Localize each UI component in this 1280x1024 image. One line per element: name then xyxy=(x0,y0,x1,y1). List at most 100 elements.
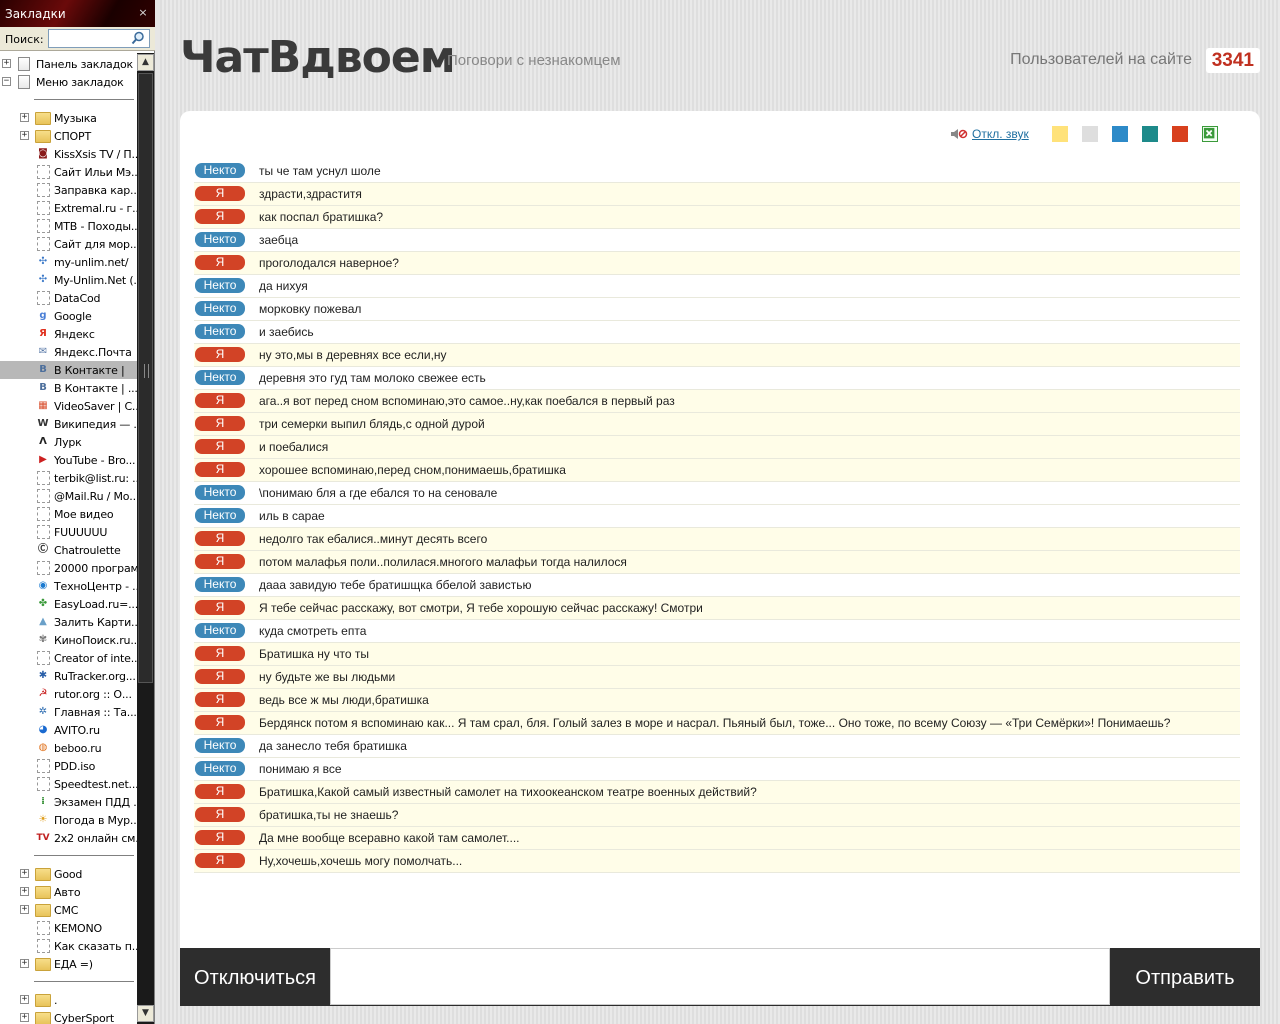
bookmark-item[interactable]: Как сказать п... xyxy=(0,937,137,955)
bookmark-item[interactable]: B В Контакте | xyxy=(0,361,137,379)
message-row: Некто заебца xyxy=(194,229,1240,252)
bookmark-item[interactable]: + CyberSport xyxy=(0,1009,137,1024)
bookmark-item[interactable]: + СПОРТ xyxy=(0,127,137,145)
bookmark-item[interactable]: ◕ AVITO.ru xyxy=(0,721,137,739)
expand-toggle-icon[interactable]: + xyxy=(20,959,29,968)
expand-toggle-icon[interactable]: + xyxy=(20,995,29,1004)
search-icon[interactable] xyxy=(131,31,145,45)
bookmark-item[interactable]: ▦ VideoSaver | С... xyxy=(0,397,137,415)
bookmark-item[interactable]: +. xyxy=(0,991,137,1009)
close-icon[interactable]: × xyxy=(137,7,149,19)
bookmark-item[interactable]: Creator of inte... xyxy=(0,649,137,667)
bookmark-item[interactable]: ✉ Яндекс.Почта xyxy=(0,343,137,361)
message-text: ага..я вот перед сном вспоминаю,это само… xyxy=(259,394,675,408)
expand-toggle-icon[interactable]: + xyxy=(20,887,29,896)
message-text: три семерки выпил блядь,с одной дурой xyxy=(259,417,485,431)
bookmark-item[interactable]: g Google xyxy=(0,307,137,325)
message-row: Я Да мне вообще всеравно какой там самоле… xyxy=(194,827,1240,850)
bookmark-item[interactable]: Extremal.ru - г... xyxy=(0,199,137,217)
bookmark-item[interactable]: TV 2х2 онлайн см... xyxy=(0,829,137,847)
bookmark-item[interactable]: W Википедия — ... xyxy=(0,415,137,433)
bookmark-item[interactable]: Мое видео xyxy=(0,505,137,523)
bookmark-label: Google xyxy=(54,310,92,323)
excel-export-icon[interactable] xyxy=(1202,126,1218,142)
bookmark-item[interactable]: ☀ Погода в Мур... xyxy=(0,811,137,829)
favicon-icon: TV xyxy=(36,833,50,843)
bookmark-item[interactable]: + Музыка xyxy=(0,109,137,127)
bookmark-item[interactable]: Ⓒ Chatroulette xyxy=(0,541,137,559)
bookmark-item[interactable]: ◍ beboo.ru xyxy=(0,739,137,757)
expand-toggle-icon[interactable]: + xyxy=(20,905,29,914)
bookmark-item[interactable]: + Панель закладок xyxy=(0,55,137,73)
chat-toolbar: Откл. звук xyxy=(950,125,1240,143)
sender-badge-stranger: Некто xyxy=(195,485,245,500)
color-theme-swatch[interactable] xyxy=(1112,126,1128,142)
bookmark-item[interactable]: ▲ Залить Карти... xyxy=(0,613,137,631)
message-text: потом малафья поли..полилася.многого мал… xyxy=(259,555,627,569)
sidebar-scrollbar[interactable]: ▲ ▼ xyxy=(137,53,154,1024)
message-text: деревня это гуд там молоко свежее есть xyxy=(259,371,486,385)
folder-icon xyxy=(35,958,51,971)
mute-sound-link[interactable]: Откл. звук xyxy=(972,127,1029,141)
site-logo[interactable]: ЧатВдвоем xyxy=(180,32,456,83)
sender-badge-stranger: Некто xyxy=(195,278,245,293)
bookmark-item[interactable]: terbik@list.ru: ... xyxy=(0,469,137,487)
scrollbar-thumb[interactable] xyxy=(138,73,153,683)
bookmark-label: @Mail.Ru / Мо... xyxy=(54,490,137,503)
speaker-mute-icon[interactable] xyxy=(950,127,968,141)
bookmark-item[interactable]: PDD.iso xyxy=(0,757,137,775)
send-button[interactable]: Отправить xyxy=(1110,948,1260,1006)
bookmark-item[interactable]: B В Контакте | ... xyxy=(0,379,137,397)
color-theme-swatch[interactable] xyxy=(1052,126,1068,142)
bookmark-item[interactable]: + Авто xyxy=(0,883,137,901)
bookmark-item[interactable]: + Good xyxy=(0,865,137,883)
bookmark-item[interactable]: Λ Лурк xyxy=(0,433,137,451)
bookmark-item[interactable]: − Меню закладок xyxy=(0,73,137,91)
bookmark-item[interactable]: Speedtest.net... xyxy=(0,775,137,793)
expand-toggle-icon[interactable]: + xyxy=(20,869,29,878)
expand-toggle-icon[interactable]: + xyxy=(20,131,29,140)
bookmark-item[interactable]: ✱ RuTracker.org... xyxy=(0,667,137,685)
scroll-down-icon[interactable]: ▼ xyxy=(137,1005,154,1022)
color-theme-swatch[interactable] xyxy=(1172,126,1188,142)
expand-toggle-icon[interactable]: − xyxy=(2,77,11,86)
bookmark-item[interactable]: ✣ My-Unlim.Net (... xyxy=(0,271,137,289)
sender-badge-stranger: Некто xyxy=(195,232,245,247)
bookmark-item[interactable]: KEMONO xyxy=(0,919,137,937)
bookmark-item[interactable]: ⁞ Экзамен ПДД ... xyxy=(0,793,137,811)
message-row: Яи поебалися xyxy=(194,436,1240,459)
bookmark-item[interactable]: DataCod xyxy=(0,289,137,307)
expand-toggle-icon[interactable]: + xyxy=(20,1013,29,1022)
bookmark-item[interactable]: Заправка кар... xyxy=(0,181,137,199)
bookmark-item[interactable]: ✣ my-unlim.net/ xyxy=(0,253,137,271)
bookmarks-tree: + Панель закладок − Меню закладок + Музыка + СП… xyxy=(0,53,137,1024)
expand-toggle-icon[interactable]: + xyxy=(2,59,11,68)
bookmark-item[interactable]: @Mail.Ru / Мо... xyxy=(0,487,137,505)
bookmark-item[interactable]: Сайт Ильи Мэ... xyxy=(0,163,137,181)
message-text: недолго так ебалися..минут десять всего xyxy=(259,532,488,546)
bookmark-item[interactable]: ✾ КиноПоиск.ru... xyxy=(0,631,137,649)
color-theme-swatch[interactable] xyxy=(1082,126,1098,142)
favicon-icon: ✱ xyxy=(38,670,48,681)
bookmark-item[interactable]: FUUUUUU xyxy=(0,523,137,541)
sender-badge-stranger: Некто xyxy=(195,508,245,523)
bookmark-item[interactable]: Сайт для мор... xyxy=(0,235,137,253)
bookmark-item[interactable]: Я Яндекс xyxy=(0,325,137,343)
message-text: да занесло тебя братишка xyxy=(259,739,407,753)
message-input[interactable] xyxy=(330,948,1110,1005)
expand-toggle-icon[interactable]: + xyxy=(20,113,29,122)
bookmark-item[interactable]: 20000 программ xyxy=(0,559,137,577)
bookmark-item[interactable]: ☭ rutor.org :: О... xyxy=(0,685,137,703)
blank-page-icon xyxy=(37,507,50,521)
bookmark-item[interactable]: ◉ ТехноЦентр - ... xyxy=(0,577,137,595)
color-theme-swatch[interactable] xyxy=(1142,126,1158,142)
bookmark-item[interactable]: ▶ YouTube - Bro... xyxy=(0,451,137,469)
scroll-up-icon[interactable]: ▲ xyxy=(137,54,154,71)
bookmark-item[interactable]: + СМС xyxy=(0,901,137,919)
bookmark-item[interactable]: ✲ Главная :: Та... xyxy=(0,703,137,721)
bookmark-item[interactable]: + ЕДА =) xyxy=(0,955,137,973)
bookmark-item[interactable]: MTB - Походы... xyxy=(0,217,137,235)
bookmark-item[interactable]: ✤ EasyLoad.ru=... xyxy=(0,595,137,613)
bookmark-item[interactable]: ◙ KissXsis TV / П... xyxy=(0,145,137,163)
disconnect-button[interactable]: Отключиться xyxy=(180,948,330,1006)
